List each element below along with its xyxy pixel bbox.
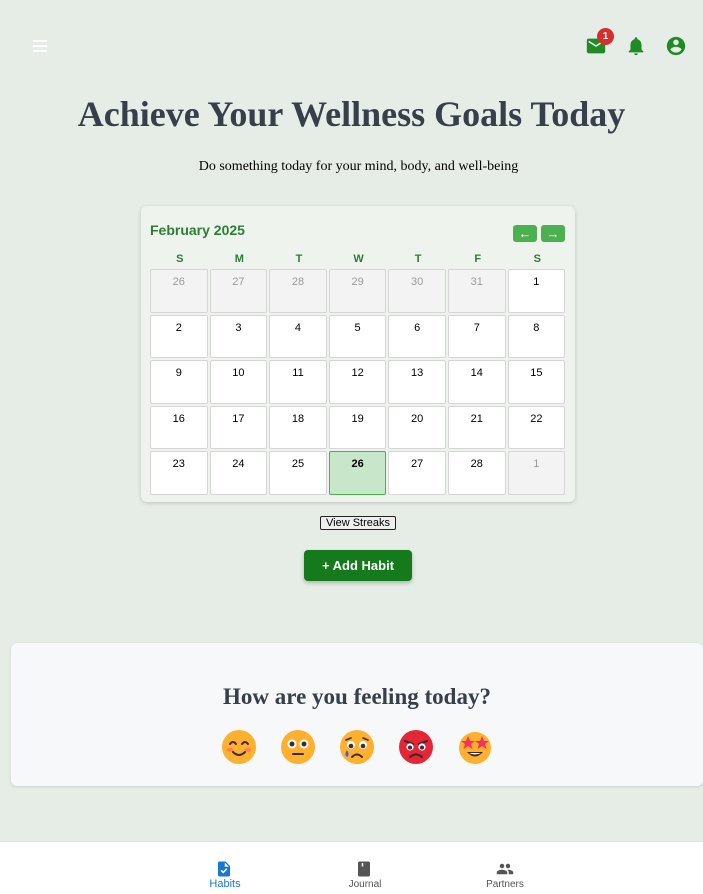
calendar-day[interactable]: 11 xyxy=(269,360,327,404)
weekday-label: T xyxy=(414,253,422,265)
next-month-button[interactable]: → xyxy=(541,225,565,242)
add-habit-button[interactable]: + Add Habit xyxy=(304,550,412,581)
calendar-day[interactable]: 13 xyxy=(388,360,446,404)
calendar-day[interactable]: 6 xyxy=(388,314,446,358)
habits-icon xyxy=(218,861,230,877)
calendar-day[interactable]: 22 xyxy=(507,405,566,449)
calendar-day[interactable]: 23 xyxy=(150,451,208,495)
nav-label-journal: Journal xyxy=(348,879,382,890)
weekday-header: S M T W T F S xyxy=(150,253,567,267)
prev-month-button[interactable]: ← xyxy=(513,225,537,242)
page-title: Achieve Your Wellness Goals Today xyxy=(77,94,626,134)
calendar-day[interactable]: 2 xyxy=(150,314,208,358)
calendar-day[interactable]: 29 xyxy=(328,269,387,313)
weekday-label: S xyxy=(176,253,184,265)
view-streaks-button[interactable]: View Streaks xyxy=(320,516,396,530)
calendar-day-today[interactable]: 26 xyxy=(328,451,387,495)
calendar-day[interactable]: 8 xyxy=(507,314,566,358)
calendar-day[interactable]: 25 xyxy=(269,451,327,495)
weekday-label: S xyxy=(533,253,541,265)
star-struck-face-icon[interactable] xyxy=(457,729,493,765)
calendar-day[interactable]: 31 xyxy=(447,269,506,313)
calendar-day[interactable]: 4 xyxy=(269,314,327,358)
calendar-day[interactable]: 16 xyxy=(150,405,208,449)
calendar-day[interactable]: 19 xyxy=(328,405,387,449)
nav-item-journal[interactable]: Journal xyxy=(325,842,405,894)
page-subtitle: Do something today for your mind, body, … xyxy=(198,159,519,174)
calendar-day[interactable]: 21 xyxy=(447,405,506,449)
account-icon[interactable] xyxy=(665,35,687,57)
mood-title: How are you feeling today? xyxy=(223,684,491,709)
weekday-label: T xyxy=(295,253,303,265)
journal-icon xyxy=(358,861,370,877)
habit-calendar: February 2025 ← → S M T W T F S 26 27 28 29… xyxy=(141,206,575,502)
calendar-day[interactable]: 15 xyxy=(507,360,566,404)
calendar-month-label: February 2025 xyxy=(150,222,245,238)
calendar-day[interactable]: 1 xyxy=(507,451,566,495)
calendar-day[interactable]: 3 xyxy=(209,314,268,358)
weekday-label: M xyxy=(234,253,244,265)
calendar-day[interactable]: 28 xyxy=(269,269,327,313)
nav-item-habits[interactable]: Habits xyxy=(185,842,265,894)
calendar-grid: 26 27 28 29 30 31 1 2 3 4 5 6 7 8 9 10 11 12 13 14 15 16 17 18 1… xyxy=(150,269,567,495)
calendar-day[interactable]: 18 xyxy=(269,405,327,449)
calendar-day[interactable]: 26 xyxy=(150,269,208,313)
menu-icon[interactable] xyxy=(31,38,49,54)
nav-label-partners: Partners xyxy=(486,879,524,890)
calendar-day[interactable]: 14 xyxy=(447,360,506,404)
notification-badge: 1 xyxy=(597,28,614,45)
calendar-day[interactable]: 5 xyxy=(328,314,387,358)
mood-card: How are you feeling today? xyxy=(11,643,703,786)
calendar-day[interactable]: 30 xyxy=(388,269,446,313)
calendar-day[interactable]: 7 xyxy=(447,314,506,358)
weekday-label: F xyxy=(474,253,482,265)
angry-face-icon[interactable] xyxy=(398,729,434,765)
calendar-day[interactable]: 1 xyxy=(507,269,566,313)
weekday-label: W xyxy=(353,253,364,265)
calendar-day[interactable]: 27 xyxy=(388,451,446,495)
calendar-day[interactable]: 17 xyxy=(209,405,268,449)
calendar-day[interactable]: 27 xyxy=(209,269,268,313)
crying-face-icon[interactable] xyxy=(339,729,375,765)
nav-label-habits: Habits xyxy=(209,878,241,890)
nav-item-partners[interactable]: Partners xyxy=(465,842,545,894)
calendar-day[interactable]: 28 xyxy=(447,451,506,495)
calendar-day[interactable]: 9 xyxy=(150,360,208,404)
neutral-face-icon[interactable] xyxy=(280,729,316,765)
partners-icon xyxy=(496,863,514,875)
calendar-day[interactable]: 10 xyxy=(209,360,268,404)
calendar-day[interactable]: 20 xyxy=(388,405,446,449)
smiling-face-icon[interactable] xyxy=(221,729,257,765)
bell-icon[interactable] xyxy=(625,35,647,57)
calendar-day[interactable]: 12 xyxy=(328,360,387,404)
calendar-day[interactable]: 24 xyxy=(209,451,268,495)
bottom-navigation: Habits Journal Partners xyxy=(0,841,703,894)
top-bar: 1 xyxy=(0,0,703,92)
